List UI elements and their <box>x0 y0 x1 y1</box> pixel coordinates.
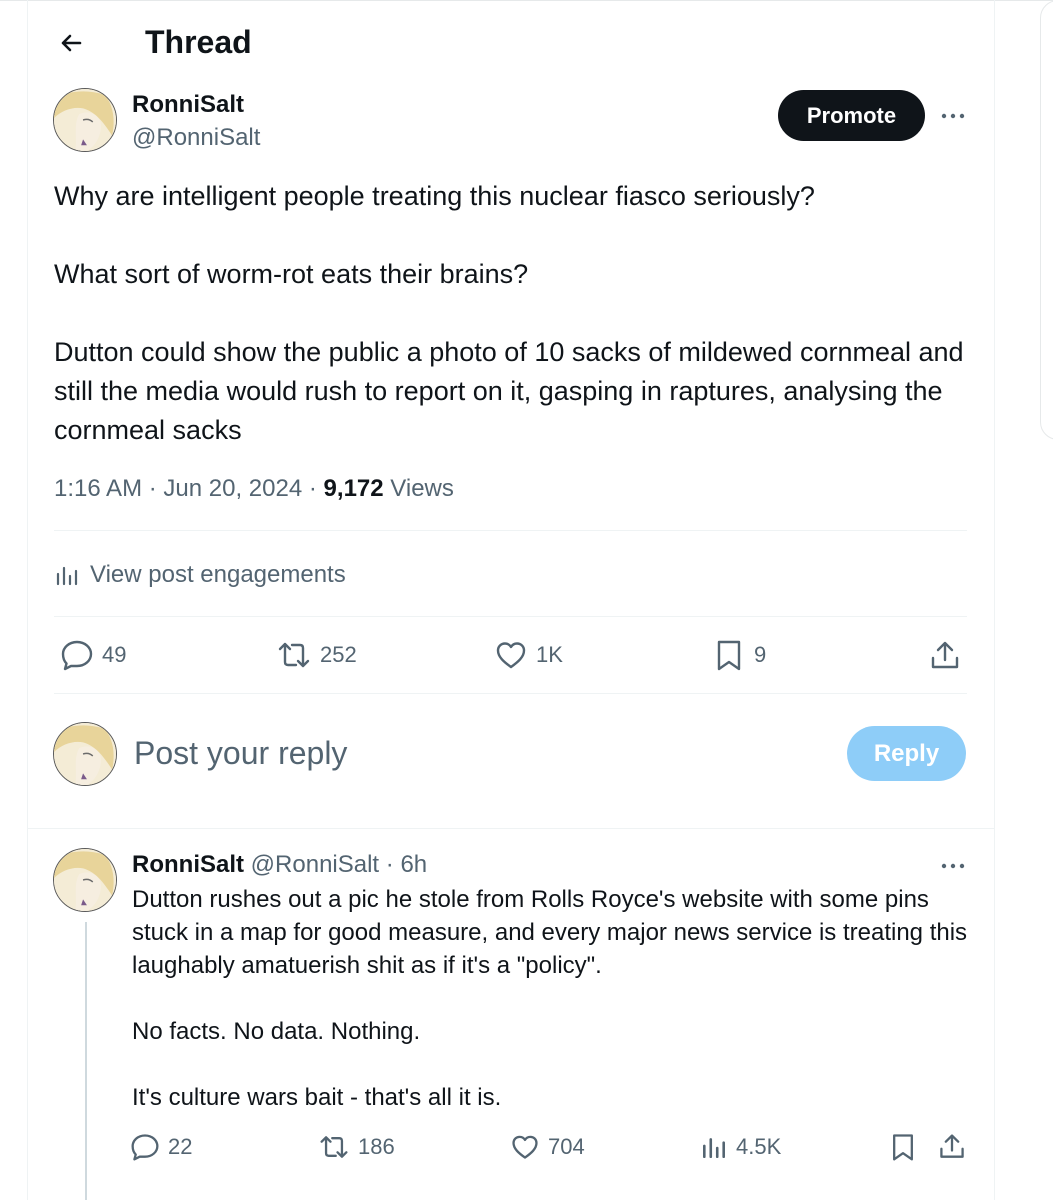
like-count: 704 <box>548 1134 585 1159</box>
share-action[interactable] <box>928 639 970 673</box>
reply-more-button[interactable] <box>938 851 968 881</box>
post-meta: 1:16 AM · Jun 20, 2024 · 9,172 Views <box>54 474 454 504</box>
divider <box>54 530 967 531</box>
thread-line <box>85 922 87 1200</box>
avatar[interactable] <box>53 88 117 152</box>
like-icon <box>512 1135 538 1159</box>
post-date[interactable]: Jun 20, 2024 <box>163 475 302 502</box>
back-arrow-icon <box>61 34 82 52</box>
views-label: Views <box>390 475 454 502</box>
promote-button[interactable]: Promote <box>778 90 925 141</box>
top-border <box>0 0 1053 1</box>
share-icon <box>940 1134 964 1158</box>
repost-count: 186 <box>358 1134 395 1159</box>
back-button[interactable] <box>54 26 88 60</box>
composer-avatar[interactable] <box>53 722 117 786</box>
post-paragraph: Why are intelligent people treating this… <box>54 181 815 211</box>
divider <box>28 828 994 829</box>
reply-paragraph: It's culture wars bait - that's all it i… <box>132 1084 502 1111</box>
column-border-left <box>27 0 28 1200</box>
reply-views-action[interactable]: 4.5K <box>700 1132 781 1162</box>
post-time[interactable]: 1:16 AM <box>54 475 142 502</box>
meta-separator: · <box>148 475 157 502</box>
reply-count: 22 <box>168 1134 193 1159</box>
bookmark-action[interactable]: 9 <box>712 638 766 672</box>
post-paragraph: Dutton could show the public a photo of … <box>54 337 964 445</box>
post-paragraph: What sort of worm-rot eats their brains? <box>54 259 529 289</box>
repost-icon <box>278 642 310 668</box>
reply-share-action[interactable] <box>937 1132 975 1162</box>
post-text: Why are intelligent people treating this… <box>54 177 974 450</box>
reply-header: RonniSalt @RonniSalt · 6h <box>132 850 427 880</box>
reply-time[interactable]: 6h <box>400 851 427 878</box>
reply-paragraph: No facts. No data. Nothing. <box>132 1018 421 1045</box>
meta-separator: · <box>308 475 317 502</box>
reply-count: 49 <box>102 642 127 667</box>
sidebar-search-box[interactable] <box>1040 0 1053 440</box>
bookmark-count: 9 <box>754 642 767 667</box>
repost-action[interactable]: 252 <box>276 638 357 672</box>
like-action[interactable]: 1K <box>494 638 563 672</box>
repost-count: 252 <box>320 642 357 667</box>
analytics-icon <box>56 566 78 586</box>
more-icon <box>941 113 965 119</box>
bookmark-icon <box>717 640 741 671</box>
reply-reply-action[interactable]: 22 <box>130 1132 192 1162</box>
page-title: Thread <box>145 24 252 60</box>
column-border-right <box>994 0 995 1200</box>
repost-icon <box>320 1136 348 1158</box>
reply-input[interactable]: Post your reply <box>134 733 347 773</box>
share-icon <box>931 641 959 669</box>
like-icon <box>496 642 526 669</box>
reply-avatar[interactable] <box>53 848 117 912</box>
meta-separator: · <box>385 851 394 878</box>
reply-button[interactable]: Reply <box>847 726 966 781</box>
reply-bookmark-action[interactable] <box>888 1132 926 1162</box>
reply-author-name[interactable]: RonniSalt <box>132 851 244 878</box>
divider <box>54 693 967 694</box>
reply-like-action[interactable]: 704 <box>510 1132 585 1162</box>
more-icon <box>941 863 965 869</box>
post-more-button[interactable] <box>938 101 968 131</box>
views-icon <box>703 1138 725 1158</box>
reply-repost-action[interactable]: 186 <box>318 1132 395 1162</box>
views-count: 4.5K <box>736 1134 782 1159</box>
like-count: 1K <box>536 642 563 667</box>
reply-text: Dutton rushes out a pic he stole from Ro… <box>132 883 972 1114</box>
reply-paragraph: Dutton rushes out a pic he stole from Ro… <box>132 886 968 979</box>
reply-icon <box>131 1134 159 1161</box>
reply-action[interactable]: 49 <box>60 638 126 672</box>
reply-author-handle[interactable]: @RonniSalt <box>251 851 379 878</box>
reply-icon <box>61 640 93 671</box>
author-name[interactable]: RonniSalt <box>132 90 244 120</box>
views-count: 9,172 <box>323 475 384 502</box>
view-engagements-link[interactable]: View post engagements <box>54 558 346 592</box>
engagements-label: View post engagements <box>90 561 346 588</box>
divider <box>54 616 967 617</box>
bookmark-icon <box>893 1134 913 1161</box>
author-handle[interactable]: @RonniSalt <box>132 123 260 153</box>
